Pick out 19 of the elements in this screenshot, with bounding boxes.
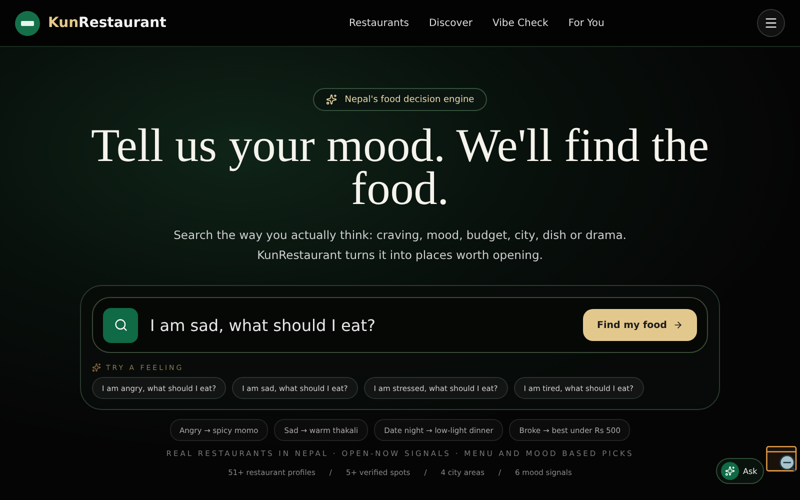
badge-text: Nepal's food decision engine — [344, 94, 474, 104]
find-food-button[interactable]: Find my food — [582, 309, 697, 341]
search-icon — [114, 318, 128, 332]
menu-icon — [764, 16, 778, 30]
search-field[interactable]: I am sad, what should I eat? Find my food — [92, 297, 708, 353]
menu-button[interactable] — [757, 9, 785, 37]
hero-title: Tell us your mood. We'll find the food. — [90, 125, 710, 211]
arrow-right-icon — [673, 320, 683, 330]
brand-name[interactable]: KunRestaurant — [48, 15, 166, 31]
sparkle-icon — [326, 94, 337, 105]
nav-link[interactable]: For You — [568, 18, 604, 28]
sparkle-icon — [92, 363, 101, 372]
nav-link[interactable]: Restaurants — [349, 18, 409, 28]
ask-button[interactable]: Ask — [716, 458, 764, 484]
hero-subtitle: Search the way you actually think: craving, mood, budget, city, dish or drama. KunRestaurant turns it into places worth opening. — [174, 227, 626, 264]
nav-link[interactable]: Discover — [428, 18, 472, 28]
nav-link[interactable]: Vibe Check — [492, 18, 548, 28]
sparkle-icon — [725, 466, 735, 476]
code-search-icon — [766, 446, 798, 474]
